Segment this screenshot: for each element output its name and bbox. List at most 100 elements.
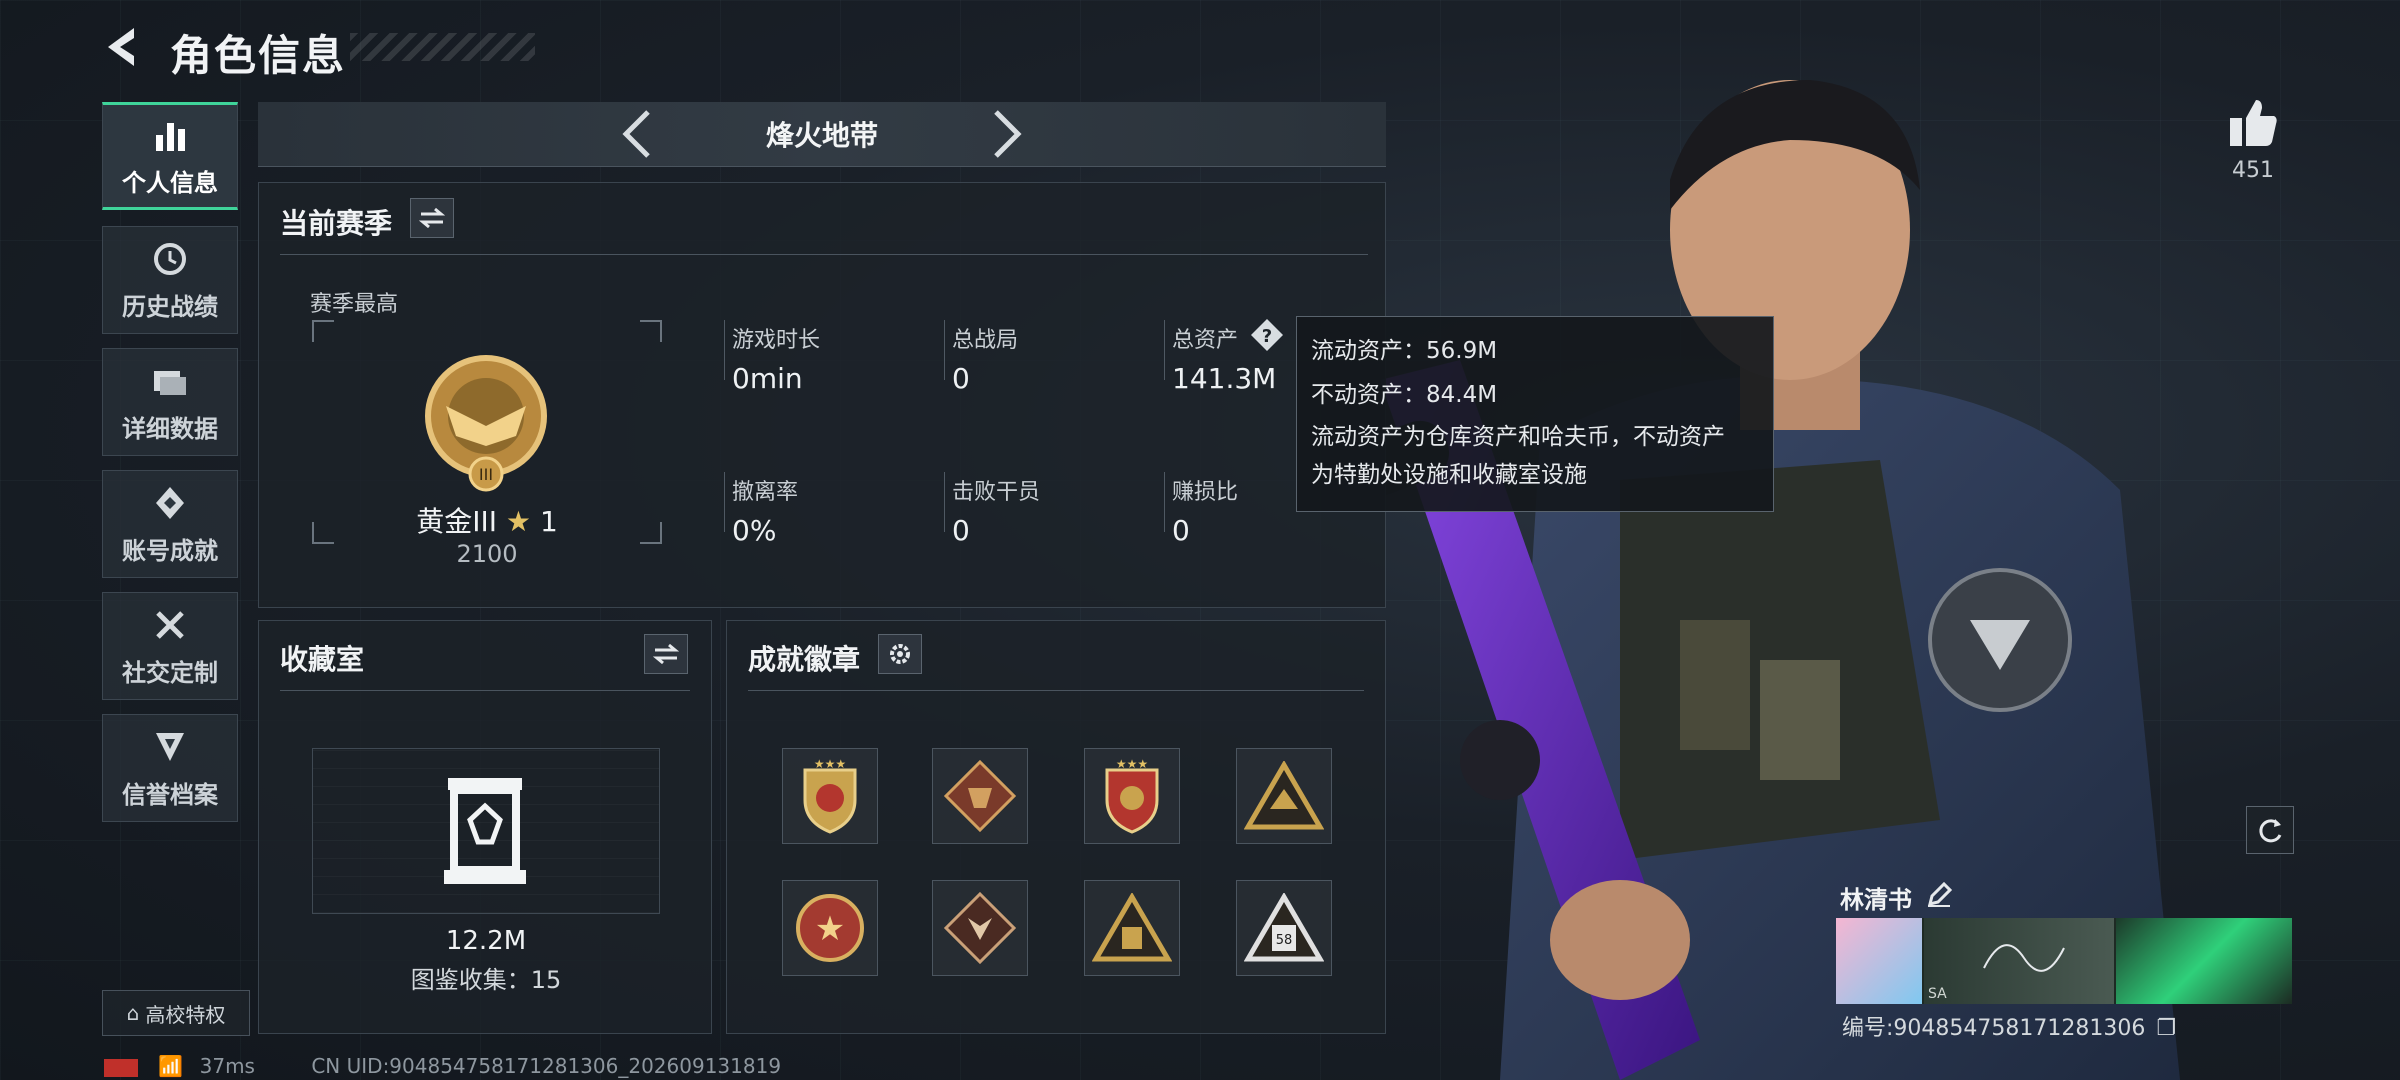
triangle-backpack-badge-icon [1092, 893, 1172, 962]
refresh-icon [2259, 819, 2282, 843]
back-arrow-icon[interactable] [100, 24, 146, 70]
sidebar-item-label: 个人信息 [122, 168, 218, 197]
sidebar-item-label: 信誉档案 [122, 780, 218, 809]
rank-line: 黄金III ★ 1 [312, 500, 662, 540]
copy-icon[interactable]: ❐ [2156, 1016, 2176, 1041]
mode-label: 烽火地带 [765, 119, 878, 152]
campus-icon: ⌂ [126, 1001, 140, 1025]
history-clock-icon [154, 242, 186, 275]
sidebar-item-label: 详细数据 [122, 414, 218, 443]
svg-text:★★★: ★★★ [814, 757, 846, 771]
tooltip-liquid-assets: 流动资产：56.9M [1311, 338, 1498, 364]
edit-pencil-icon[interactable] [1926, 882, 1952, 908]
title-decoration [350, 33, 535, 61]
badge-dragon[interactable] [932, 748, 1028, 844]
sidebar-item-personal-info[interactable]: 个人信息 [102, 102, 238, 210]
tooltip-desc-line2: 为特勤处设施和收藏室设施 [1311, 462, 1587, 488]
season-switch-button[interactable] [410, 198, 454, 238]
badge-star-medal[interactable]: ★ [782, 880, 878, 976]
badges-title: 成就徽章 [748, 643, 861, 676]
svg-text:?: ? [1262, 326, 1272, 347]
cn-uid-text: CN UID:904854758171281306_202609131819 [311, 1054, 782, 1078]
achievement-diamond-icon [156, 486, 184, 519]
wolf-diamond-badge-icon [943, 891, 1017, 965]
refresh-button[interactable] [2246, 806, 2294, 854]
stat-separator [944, 320, 945, 380]
stat-playtime-label: 游戏时长 [732, 328, 821, 353]
signature-card [1924, 918, 2114, 1004]
shield-wing-badge-icon: ★★★ [1105, 757, 1159, 834]
card-art-green [2116, 918, 2292, 1004]
swap-icon [419, 207, 445, 229]
stat-profit-ratio-label: 赚损比 [1172, 480, 1239, 505]
collection-count: 图鉴收集：15 [410, 966, 562, 994]
stat-matches-label: 总战局 [952, 328, 1019, 353]
stat-assets-label: 总资产 [1172, 328, 1239, 353]
badge-triangle-gold[interactable] [1236, 748, 1332, 844]
stat-profit-ratio-value: 0 [1172, 514, 1190, 547]
swap-icon [653, 643, 679, 665]
sidebar-item-label: 历史战绩 [122, 292, 218, 321]
sidebar-item-detail-data[interactable]: 详细数据 [102, 348, 238, 456]
folder-stack-icon [154, 370, 186, 395]
collection-value: 12.2M [445, 926, 527, 956]
assets-help-icon[interactable]: ? [1250, 318, 1284, 352]
rank-star-icon: ★ [505, 505, 532, 538]
sidebar-item-social[interactable]: 社交定制 [102, 592, 238, 700]
sidebar-item-reputation[interactable]: 信誉档案 [102, 714, 238, 822]
svg-text:★: ★ [815, 909, 845, 949]
status-bar: 📶 37ms CN UID:904854758171281306_2026091… [104, 1054, 781, 1078]
stat-separator [1164, 472, 1165, 532]
campus-privilege-button[interactable]: ⌂ 高校特权 [102, 990, 250, 1036]
gear-icon [890, 644, 910, 664]
player-name: 林清书 [1840, 886, 1912, 914]
stat-kills-label: 击败干员 [952, 480, 1041, 505]
badge-triangle-58[interactable]: 58 [1236, 880, 1332, 976]
like-thumbs-up-icon[interactable] [2226, 96, 2280, 150]
star-medal-badge-icon: ★ [796, 894, 864, 962]
triangle-58-badge-icon: 58 [1244, 893, 1324, 962]
collection-title: 收藏室 [280, 643, 365, 676]
sidebar-item-history[interactable]: 历史战绩 [102, 226, 238, 334]
shield-star-badge-icon: ★★★ [803, 757, 857, 834]
badge-58-text: 58 [1276, 933, 1293, 948]
bar-chart-icon [156, 122, 185, 151]
battery-icon [104, 1058, 138, 1077]
stat-separator [724, 320, 725, 380]
badge-triangle-backpack[interactable] [1084, 880, 1180, 976]
badges-settings-button[interactable] [878, 634, 922, 674]
next-mode-chevron-icon[interactable] [990, 108, 1026, 160]
stat-extract-rate-label: 撤离率 [732, 480, 799, 505]
svg-text:III: III [479, 465, 493, 484]
svg-text:★★★: ★★★ [1116, 757, 1148, 771]
tools-cross-icon [156, 610, 184, 639]
reputation-badge-icon [156, 732, 184, 761]
stat-separator [1164, 320, 1165, 380]
signature-scribble-icon [1983, 944, 2065, 972]
ping-value: 37ms [199, 1054, 255, 1078]
rank-name: 黄金III [416, 505, 498, 538]
badge-shield-wing[interactable]: ★★★ [1084, 748, 1180, 844]
page-title: 角色信息 [170, 31, 347, 80]
stat-separator [724, 472, 725, 532]
badge-shield-star[interactable]: ★★★ [782, 748, 878, 844]
stat-kills-value: 0 [952, 514, 970, 547]
avatar[interactable] [1836, 918, 1922, 1004]
wifi-icon: 📶 [158, 1054, 184, 1078]
rank-stars: 1 [539, 505, 558, 538]
sidebar-item-achievements[interactable]: 账号成就 [102, 470, 238, 578]
name-card-banner[interactable]: SA [1836, 918, 2292, 1004]
collection-cabinet-icon [444, 778, 526, 884]
frame-corner [640, 320, 662, 342]
stat-extract-rate-value: 0% [732, 514, 777, 547]
collection-switch-button[interactable] [644, 634, 688, 674]
assets-tooltip: 流动资产：56.9M 不动资产：84.4M 流动资产为仓库资产和哈夫币，不动资产… [1296, 316, 1774, 512]
sidebar-item-label: 账号成就 [122, 536, 218, 565]
badge-wolf[interactable] [932, 880, 1028, 976]
dragon-diamond-badge-icon [943, 759, 1017, 833]
gold-rank-emblem-icon: III [425, 355, 547, 492]
season-divider [280, 254, 1368, 255]
badges-divider [748, 690, 1364, 691]
card-mini-text: SA [1928, 986, 1947, 1002]
collection-divider [280, 690, 690, 691]
